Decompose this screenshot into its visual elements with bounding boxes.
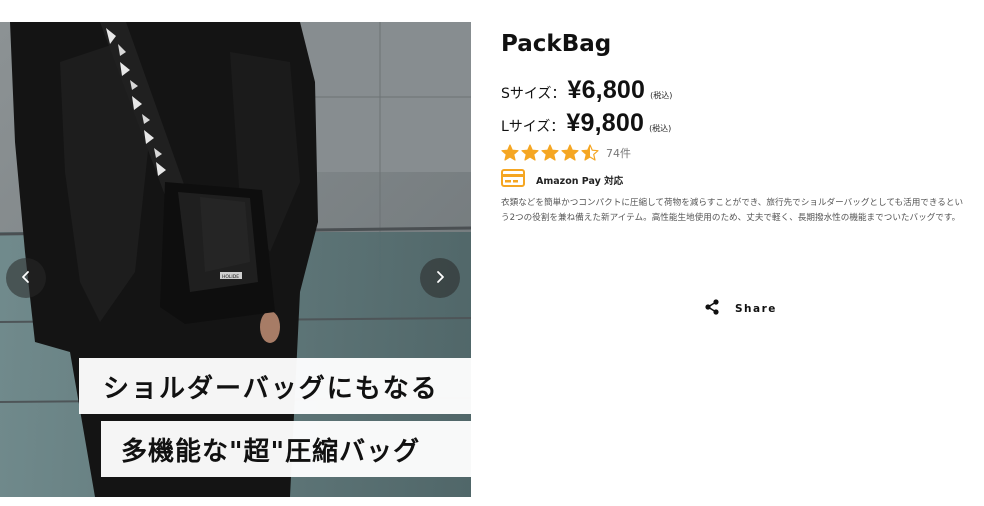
star-icon bbox=[521, 144, 539, 161]
chevron-left-icon bbox=[19, 269, 33, 288]
bag-brand-label: HOLIDE bbox=[222, 274, 239, 280]
tax-note: (税込) bbox=[650, 91, 673, 100]
product-rating[interactable]: 74件 bbox=[501, 142, 971, 164]
product-description: 衣類などを簡単かつコンパクトに圧縮して荷物を減らすことができ、旅行先でショルダー… bbox=[501, 198, 964, 223]
star-icon bbox=[541, 144, 559, 161]
image-caption-line-2: 多機能な"超"圧縮バッグ bbox=[101, 421, 471, 477]
share-icon bbox=[705, 299, 719, 319]
price-row-large: Lサイズ： ¥9,800 (税込) bbox=[501, 109, 971, 137]
price-row-small: Sサイズ： ¥6,800 (税込) bbox=[501, 76, 971, 104]
chevron-right-icon bbox=[433, 269, 447, 288]
star-icon bbox=[501, 144, 519, 161]
product-image-gallery[interactable]: HOLIDE ショルダーバッグにもなる 多機能な"超"圧縮バッグ bbox=[0, 22, 471, 497]
tax-note: (税込) bbox=[649, 124, 672, 133]
payment-label: Amazon Pay 対応 bbox=[536, 176, 624, 187]
star-icon bbox=[581, 144, 599, 161]
image-caption-line-1: ショルダーバッグにもなる bbox=[79, 358, 471, 414]
star-icon bbox=[561, 144, 579, 161]
rating-stars bbox=[501, 144, 599, 162]
size-label: Sサイズ： bbox=[501, 86, 566, 102]
share-label: Share bbox=[735, 303, 777, 315]
credit-card-icon bbox=[501, 169, 525, 191]
share-button[interactable]: Share bbox=[705, 299, 777, 319]
price-value: ¥9,800 bbox=[566, 109, 645, 137]
product-info: PackBag Sサイズ： ¥6,800 (税込) Lサイズ： ¥9,800 (… bbox=[501, 28, 971, 226]
gallery-prev-button[interactable] bbox=[6, 258, 46, 298]
price-value: ¥6,800 bbox=[567, 76, 646, 104]
payment-method: Amazon Pay 対応 bbox=[501, 169, 971, 191]
review-count[interactable]: 74件 bbox=[606, 145, 631, 161]
gallery-next-button[interactable] bbox=[420, 258, 460, 298]
product-title: PackBag bbox=[501, 31, 612, 57]
size-label: Lサイズ： bbox=[501, 119, 565, 135]
